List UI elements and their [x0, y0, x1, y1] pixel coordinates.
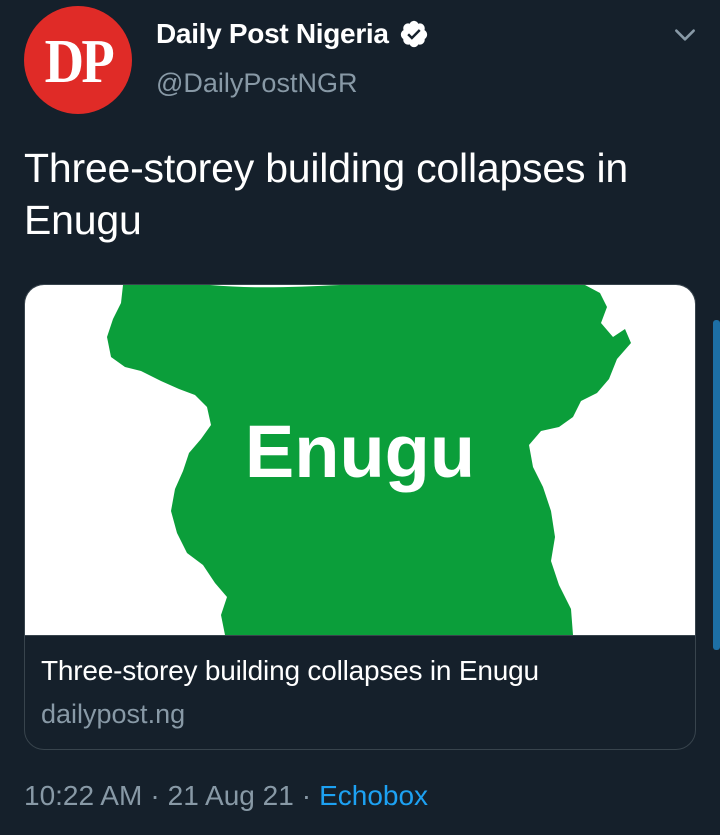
tweet-source-link[interactable]: Echobox: [319, 780, 428, 812]
tweet[interactable]: DP Daily Post Nigeria @DailyPostNGR Thre…: [0, 0, 720, 835]
author-name-row: Daily Post Nigeria: [156, 18, 429, 50]
link-card[interactable]: Enugu Three-storey building collapses in…: [24, 284, 696, 750]
card-domain: dailypost.ng: [41, 699, 186, 729]
author-handle[interactable]: @DailyPostNGR: [156, 68, 357, 99]
card-image-label: Enugu: [245, 410, 475, 493]
verified-badge-icon: [400, 20, 427, 48]
scrollbar[interactable]: [713, 320, 720, 650]
enugu-map-image: Enugu: [107, 285, 631, 635]
meta-separator: ·: [150, 780, 160, 811]
card-image[interactable]: Enugu: [25, 285, 695, 636]
tweet-time[interactable]: 10:22 AM: [24, 780, 142, 812]
avatar[interactable]: DP: [24, 6, 132, 114]
chevron-down-icon[interactable]: [672, 22, 698, 48]
tweet-meta: 10:22 AM · 21 Aug 21 · Echobox: [24, 780, 428, 812]
meta-separator: ·: [301, 780, 312, 811]
author-display-name[interactable]: Daily Post Nigeria: [156, 18, 389, 50]
card-title[interactable]: Three-storey building collapses in Enugu: [41, 655, 539, 687]
tweet-date[interactable]: 21 Aug 21: [168, 780, 294, 812]
avatar-logo-text: DP: [44, 27, 114, 96]
tweet-text: Three-storey building collapses in Enugu: [24, 145, 628, 243]
